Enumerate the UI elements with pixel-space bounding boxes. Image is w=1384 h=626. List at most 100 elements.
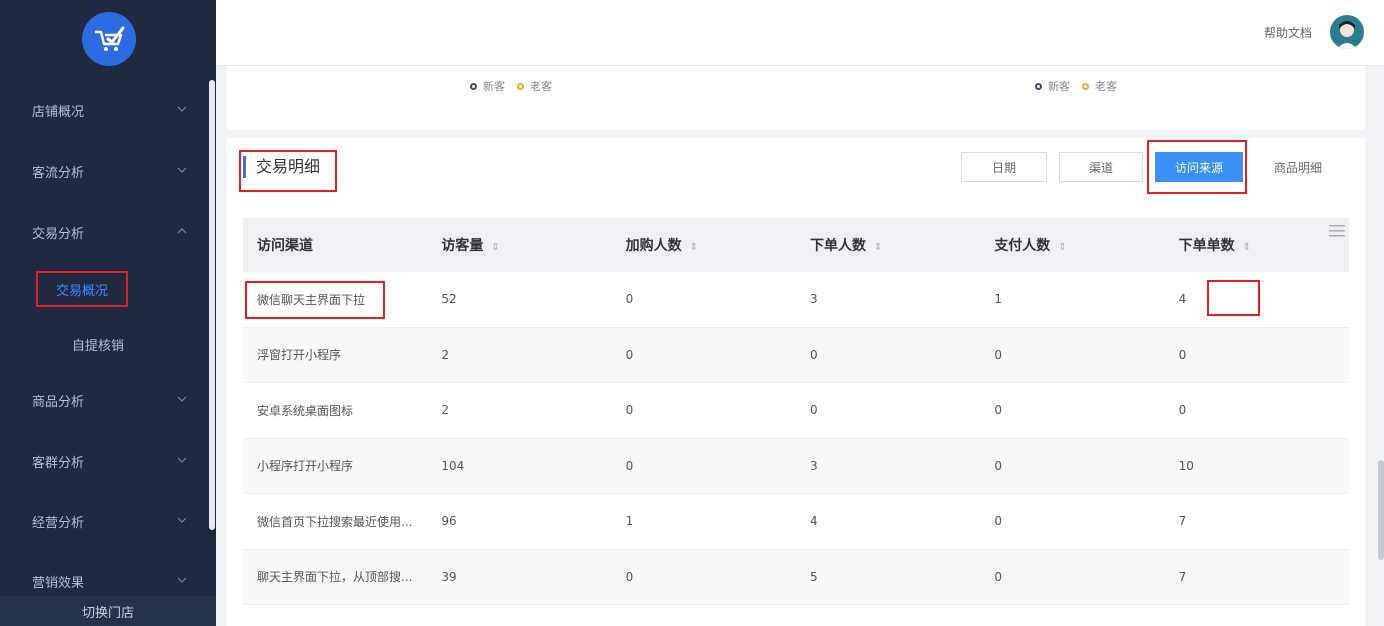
- sort-icon[interactable]: ⇕: [1243, 242, 1251, 253]
- cell-visitors: 96: [441, 514, 457, 529]
- cell-orders: 7: [1178, 569, 1187, 584]
- sidebar-item-label: 客群分析: [32, 455, 85, 471]
- column-header-add-cart[interactable]: 加购人数 ⇕: [612, 235, 796, 255]
- cell-paying: 0: [994, 514, 1002, 529]
- sidebar-item-product-analysis[interactable]: 商品分析: [0, 380, 216, 420]
- sidebar-subitem-trade-overview[interactable]: 交易概况: [36, 271, 128, 307]
- sidebar-subitem-pickup-verify[interactable]: 自提核销: [0, 326, 216, 362]
- sidebar-scrollbar[interactable]: [209, 80, 215, 530]
- cell-paying: 0: [994, 347, 1002, 362]
- column-header-label: 加购人数: [625, 238, 682, 254]
- table-row: 浮窗打开小程序 2 0 0 0 0: [243, 327, 1349, 383]
- avatar[interactable]: [1330, 15, 1364, 49]
- cell-paying: 1: [994, 292, 1002, 307]
- chevron-down-icon: [177, 457, 187, 463]
- cell-orders: 10: [1178, 458, 1194, 473]
- sidebar-subitem-label: 交易概况: [55, 283, 108, 299]
- cell-add-cart: 0: [625, 347, 634, 362]
- cell-ordering: 5: [809, 569, 818, 584]
- sidebar-item-marketing-effect[interactable]: 营销效果: [0, 561, 216, 601]
- cell-visitors: 2: [441, 347, 449, 362]
- tab-highlight-box: [1147, 140, 1247, 194]
- column-header-channel: 访问渠道: [243, 235, 427, 255]
- chevron-up-icon: [177, 228, 187, 234]
- column-settings-icon[interactable]: [1329, 224, 1345, 238]
- chevron-down-icon: [177, 577, 187, 583]
- sidebar-item-trade-analysis[interactable]: 交易分析: [0, 212, 216, 252]
- cell-add-cart: 0: [625, 458, 634, 473]
- column-header-paying[interactable]: 支付人数 ⇕: [980, 235, 1164, 255]
- cell-orders: 0: [1178, 403, 1187, 418]
- cell-visitors: 39: [441, 569, 457, 584]
- chart-legend: 新客 老客: [1035, 78, 1117, 94]
- help-doc-link[interactable]: 帮助文档: [1264, 24, 1312, 41]
- sort-icon[interactable]: ⇕: [690, 242, 698, 253]
- sidebar-item-label: 商品分析: [32, 394, 85, 410]
- chevron-down-icon: [177, 167, 187, 173]
- column-header-ordering[interactable]: 下单人数 ⇕: [796, 235, 980, 255]
- cell-ordering: 0: [809, 347, 818, 362]
- table-row: 聊天主界面下拉，从顶部搜... 39 0 5 0 7: [243, 549, 1349, 605]
- table-row: 安卓系统桌面图标 2 0 0 0 0: [243, 383, 1349, 439]
- column-header-label: 访问渠道: [257, 238, 313, 254]
- sidebar-item-traffic-analysis[interactable]: 客流分析: [0, 151, 216, 191]
- legend-dot-new: [470, 82, 477, 90]
- page-scrollbar-thumb[interactable]: [1378, 460, 1384, 560]
- tab-date[interactable]: 日期: [961, 152, 1047, 182]
- sort-icon[interactable]: ⇕: [1058, 242, 1066, 253]
- legend-label: 老客: [1095, 80, 1117, 93]
- cell-paying: 0: [994, 458, 1002, 473]
- cell-channel: 小程序打开小程序: [257, 459, 354, 474]
- cell-add-cart: 1: [625, 514, 634, 529]
- cell-ordering: 3: [809, 458, 818, 473]
- sidebar-item-store-overview[interactable]: 店铺概况: [0, 90, 216, 130]
- cell-ordering: 4: [809, 514, 818, 529]
- cell-orders: 7: [1178, 514, 1187, 529]
- cell-visitors: 104: [441, 458, 465, 473]
- table-header: 访问渠道 访客量 ⇕ 加购人数 ⇕ 下单人数 ⇕ 支付人数 ⇕ 下单单数 ⇕: [243, 218, 1349, 272]
- cell-add-cart: 0: [625, 569, 634, 584]
- legend-dot-old: [517, 82, 524, 90]
- chart-panel: 新客 老客 新客 老客: [227, 66, 1365, 130]
- cell-paying: 0: [994, 403, 1002, 418]
- column-header-visitors[interactable]: 访客量 ⇕: [427, 235, 611, 255]
- table-body: 微信聊天主界面下拉 52 0 3 1 4 浮窗打开小程序 2 0 0 0 0 安…: [243, 272, 1349, 605]
- sort-icon[interactable]: ⇕: [874, 242, 882, 253]
- sidebar-item-customer-analysis[interactable]: 客群分析: [0, 441, 216, 481]
- chevron-down-icon: [177, 106, 187, 112]
- table-row: 微信首页下拉搜索最近使用... 96 1 4 0 7: [243, 494, 1349, 550]
- chevron-down-icon: [177, 517, 187, 523]
- chevron-down-icon: [177, 396, 187, 402]
- legend-dot-new: [1035, 82, 1042, 90]
- sidebar-subitem-label: 自提核销: [71, 338, 124, 354]
- chart-legend: 新客 老客: [470, 78, 552, 94]
- sidebar: 店铺概况 客流分析 交易分析 交易概况 自提核销 商品分析 客群分析 经营分析 …: [0, 0, 216, 626]
- cell-channel: 微信首页下拉搜索最近使用...: [257, 514, 413, 529]
- cell-add-cart: 0: [625, 403, 634, 418]
- cell-channel: 浮窗打开小程序: [257, 348, 342, 363]
- detail-table: 访问渠道 访客量 ⇕ 加购人数 ⇕ 下单人数 ⇕ 支付人数 ⇕ 下单单数 ⇕ 微信聊天主界…: [243, 218, 1349, 605]
- tab-channel[interactable]: 渠道: [1059, 152, 1143, 182]
- legend-label: 新客: [483, 80, 505, 93]
- column-header-label: 下单单数: [1178, 238, 1235, 254]
- sidebar-item-label: 经营分析: [32, 515, 85, 531]
- legend-dot-old: [1082, 82, 1089, 90]
- cell-visitors: 52: [441, 292, 457, 307]
- section-title: 交易明细: [243, 156, 320, 178]
- cell-channel: 聊天主界面下拉，从顶部搜...: [257, 570, 413, 585]
- trade-detail-panel: 交易明细 日期 渠道 访问来源 商品明细 访问渠道 访客量 ⇕ 加购人数 ⇕ 下单人…: [227, 138, 1365, 626]
- cell-ordering: 0: [809, 403, 818, 418]
- legend-label: 老客: [530, 80, 552, 93]
- sidebar-item-label: 交易分析: [32, 226, 85, 242]
- top-header: 帮助文档: [216, 0, 1384, 66]
- cell-orders: 0: [1178, 347, 1187, 362]
- column-header-orders[interactable]: 下单单数 ⇕: [1165, 235, 1349, 255]
- tab-product-detail[interactable]: 商品明细: [1255, 152, 1341, 182]
- cell-channel: 安卓系统桌面图标: [257, 403, 354, 418]
- orders-highlight-box: [1207, 280, 1260, 316]
- sort-icon[interactable]: ⇕: [491, 242, 499, 253]
- sidebar-item-label: 营销效果: [32, 575, 85, 591]
- switch-store-button[interactable]: 切换门店: [0, 596, 216, 626]
- sidebar-item-business-analysis[interactable]: 经营分析: [0, 501, 216, 541]
- sidebar-item-label: 客流分析: [32, 165, 85, 181]
